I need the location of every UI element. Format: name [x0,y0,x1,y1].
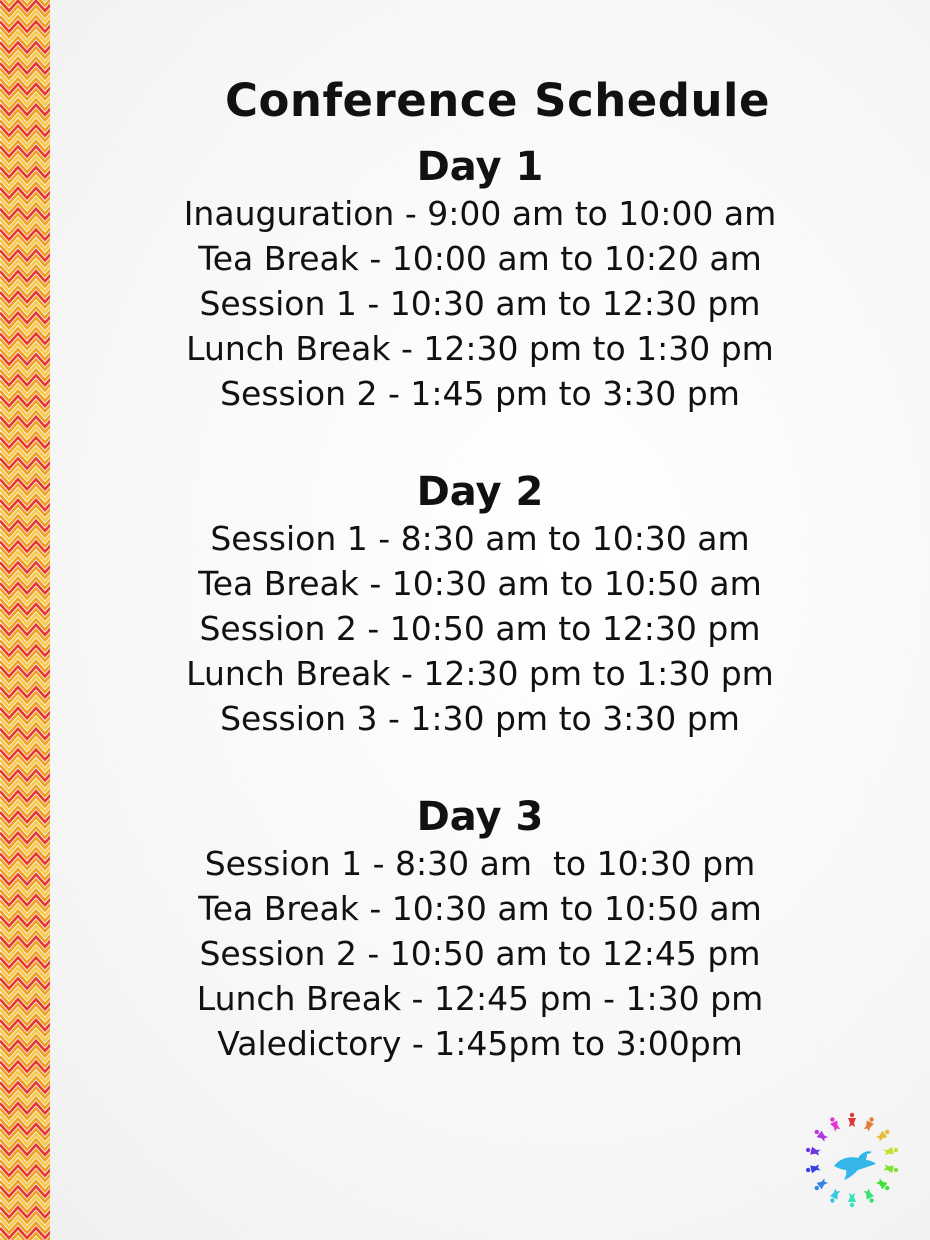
person-figure-icon [814,1129,829,1142]
person-figure-icon [848,1193,856,1208]
schedule-item: Lunch Break - 12:45 pm - 1:30 pm [196,979,764,1018]
schedule-item: Session 3 - 1:30 pm to 3:30 pm [220,699,740,738]
person-figure-icon [883,1164,899,1174]
person-figure-icon [830,1117,841,1132]
day-3-schedule: Day 3 Session 1 - 8:30 am to 10:30 pm Te… [50,793,910,1066]
schedule-list: Inauguration - 9:00 am to 10:00 am Tea B… [50,191,910,416]
person-figure-icon [863,1117,874,1132]
zigzag-stripe [2,0,50,8]
schedule-item: Tea Break - 10:30 am to 10:50 am [198,564,762,603]
person-figure-icon [875,1178,890,1191]
person-figure-icon [875,1129,890,1142]
zigzag-border [0,0,50,1240]
person-figure-icon [863,1188,874,1203]
schedule-item: Session 1 - 10:30 am to 12:30 pm [199,284,761,323]
person-figure-icon [805,1164,821,1174]
schedule-item: Session 2 - 10:50 am to 12:45 pm [199,934,761,973]
page-title: Conference Schedule [224,74,771,128]
schedule-item: Tea Break - 10:30 am to 10:50 am [198,889,762,928]
schedule-item: Lunch Break - 12:30 pm to 1:30 pm [186,329,774,368]
schedule-item: Session 1 - 8:30 am to 10:30 am [210,519,750,558]
day-2-schedule: Day 2 Session 1 - 8:30 am to 10:30 am Te… [50,468,910,741]
schedule-item: Inauguration - 9:00 am to 10:00 am [183,194,777,233]
day-heading: Day 1 [416,144,544,190]
schedule-list: Session 1 - 8:30 am to 10:30 am Tea Brea… [50,516,910,741]
person-figure-icon [883,1146,899,1156]
person-figure-icon [805,1146,821,1156]
dove-icon [834,1151,876,1180]
schedule-list: Session 1 - 8:30 am to 10:30 pm Tea Brea… [50,841,910,1066]
schedule-item: Valedictory - 1:45pm to 3:00pm [217,1024,743,1063]
schedule-item: Session 2 - 10:50 am to 12:30 pm [199,609,761,648]
schedule-item: Session 2 - 1:45 pm to 3:30 pm [220,374,740,413]
person-figure-icon [830,1188,841,1203]
day-heading: Day 2 [416,469,544,515]
day-heading: Day 3 [416,794,544,840]
person-figure-icon [814,1178,829,1191]
peace-dove-logo-icon [800,1108,904,1212]
person-figure-icon [848,1112,856,1127]
schedule-item: Tea Break - 10:00 am to 10:20 am [198,239,762,278]
schedule-item: Session 1 - 8:30 am to 10:30 pm [204,844,756,883]
schedule-item: Lunch Break - 12:30 pm to 1:30 pm [186,654,774,693]
day-1-schedule: Day 1 Inauguration - 9:00 am to 10:00 am… [50,143,910,416]
